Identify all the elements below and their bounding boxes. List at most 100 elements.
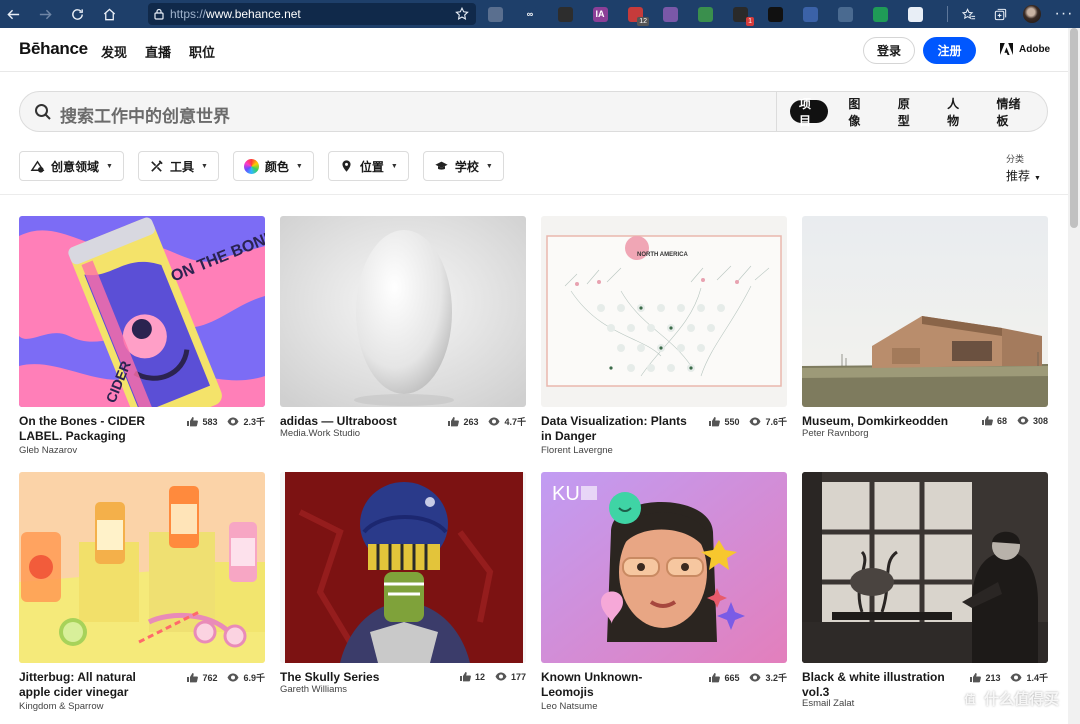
project-owner[interactable]: Kingdom & Sparrow [19,701,103,712]
project-thumbnail[interactable] [19,472,265,663]
project-title[interactable]: adidas — Ultraboost [280,414,430,429]
project-thumbnail[interactable] [802,472,1048,663]
ext-green-icon[interactable] [869,4,891,24]
watermark-icon: 值 [960,688,980,709]
creative-field-icon [30,159,45,174]
ext-shield-icon[interactable] [834,4,856,24]
project-card[interactable]: adidas — Ultraboost Media.Work Studio 26… [280,216,526,457]
nav-livestreams[interactable]: 直播 [145,42,171,61]
filter-creative-field[interactable]: 创意领域 ▼ [19,151,124,181]
project-title[interactable]: Known Unknown- Leomojis [541,670,691,700]
project-owner[interactable]: Peter Ravnborg [802,428,869,439]
profile-button[interactable] [1016,0,1048,28]
project-title[interactable]: On the Bones - CIDER LABEL. Packaging [19,414,169,444]
project-owner[interactable]: Gleb Nazarov [19,445,77,456]
ext-puzzle-icon[interactable] [904,4,926,24]
filter-location[interactable]: 位置 ▼ [327,151,409,181]
ext-reader-icon[interactable] [764,4,786,24]
project-stats: 213 1.4千 [969,671,1048,684]
ext-mail-icon[interactable]: 1 [729,4,754,26]
ext-copy-icon[interactable] [799,4,821,24]
filter-school[interactable]: 学校 ▼ [422,151,504,181]
tab-moodboards[interactable]: 情绪板 [987,97,1036,128]
project-owner[interactable]: Media.Work Studio [280,428,360,439]
ext-ia-icon[interactable]: IA [589,4,611,24]
page-scrollbar[interactable] [1068,28,1080,724]
project-thumbnail[interactable] [280,472,526,663]
project-thumbnail[interactable] [280,216,526,407]
search-input[interactable]: 搜索工作中的创意世界 [60,102,230,127]
sort-value-text: 推荐 [1006,169,1031,183]
project-card[interactable]: KU Known Unknown- Leomojis Leo Natsume 6… [541,472,787,713]
project-card[interactable]: ON THE BONE CIDER On the Bones - CIDER L… [19,216,265,457]
main-nav: 发现 直播 职位 [101,42,233,61]
tab-prototypes[interactable]: 原型 [889,97,927,128]
project-owner[interactable]: Leo Natsume [541,701,598,712]
reload-button[interactable] [64,0,90,28]
search-bar: 搜索工作中的创意世界 项目 图像 原型 人物 情绪板 [19,91,1048,132]
favorites-button[interactable] [952,0,984,28]
ext-cat-icon[interactable] [659,4,681,24]
settings-menu-button[interactable]: ··· [1048,0,1080,28]
view-count: 4.7千 [504,417,526,427]
ext-infinity-icon[interactable]: ∞ [519,4,541,24]
collections-button[interactable] [984,0,1016,28]
project-meta: Jitterbug: All natural apple cider vineg… [19,663,265,713]
chevron-down-icon: ▼ [200,162,208,170]
ext-camera-icon[interactable] [554,4,576,24]
project-title[interactable]: Jitterbug: All natural apple cider vineg… [19,670,169,700]
arrow-right-icon [39,9,52,19]
filter-label: 创意领域 [51,159,100,174]
ext-leaf-icon[interactable] [694,4,716,24]
tab-images[interactable]: 图像 [839,97,877,128]
add-favorite-icon[interactable] [454,6,470,22]
project-owner[interactable]: Gareth Williams [280,684,347,695]
project-thumbnail[interactable] [802,216,1048,407]
school-cap-icon [434,159,449,174]
project-stats: 68 308 [981,415,1048,426]
project-thumbnail[interactable]: ON THE BONE CIDER [19,216,265,407]
ext-clip-icon[interactable]: 12 [624,4,649,26]
project-owner[interactable]: Esmail Zalat [802,698,854,709]
project-title[interactable]: Museum, Domkirkeodden [802,414,952,429]
project-title[interactable]: Data Visualization: Plants in Danger [541,414,691,444]
project-card[interactable]: The Skully Series Gareth Williams 12 177 [280,472,526,713]
extension-glyph [487,6,503,22]
project-card[interactable]: NORTH AMERICA Data Visualization: Plants… [541,216,787,457]
watermark: 值 什么值得买 [960,688,1059,709]
sort-dropdown[interactable]: 分类 推荐 ▼ [1006,152,1041,184]
tab-people[interactable]: 人物 [938,97,976,128]
project-thumbnail[interactable]: NORTH AMERICA [541,216,787,407]
nav-jobs[interactable]: 职位 [189,42,215,61]
project-thumbnail[interactable]: KU [541,472,787,663]
thumbs-up-icon [981,416,993,426]
home-button[interactable] [96,0,122,28]
address-bar[interactable]: https://www.behance.net [148,3,476,25]
tab-projects[interactable]: 项目 [790,97,829,128]
filter-tools[interactable]: 工具 ▼ [137,151,219,181]
scrollbar-thumb[interactable] [1070,28,1078,228]
project-title[interactable]: The Skully Series [280,670,430,685]
project-stats: 583 2.3千 [186,415,265,428]
extension-glyph [662,6,678,22]
project-owner[interactable]: Florent Lavergne [541,445,613,456]
adobe-link[interactable]: Adobe [1000,43,1050,55]
filter-color[interactable]: 颜色 ▼ [232,151,314,181]
signup-button[interactable]: 注册 [923,37,976,64]
browser-toolbar: https://www.behance.net ∞ IA 12 1 ··· [0,0,1080,28]
login-button[interactable]: 登录 [863,37,915,64]
eye-icon [227,673,239,682]
project-card[interactable]: Museum, Domkirkeodden Peter Ravnborg 68 … [802,216,1048,457]
location-pin-icon [339,159,354,174]
forward-button[interactable] [32,0,58,28]
project-title[interactable]: Black & white illustration vol.3 [802,670,952,700]
filter-label: 颜色 [264,159,289,174]
sort-value: 推荐 ▼ [1006,167,1041,184]
back-button[interactable] [0,0,26,28]
project-card[interactable]: Jitterbug: All natural apple cider vineg… [19,472,265,713]
watermark-text: 什么值得买 [984,691,1060,708]
nav-discover[interactable]: 发现 [101,42,127,61]
project-card[interactable]: Black & white illustration vol.3 Esmail … [802,472,1048,713]
ext-hand-icon[interactable] [484,4,506,24]
behance-logo[interactable]: Bēhance [19,39,88,59]
